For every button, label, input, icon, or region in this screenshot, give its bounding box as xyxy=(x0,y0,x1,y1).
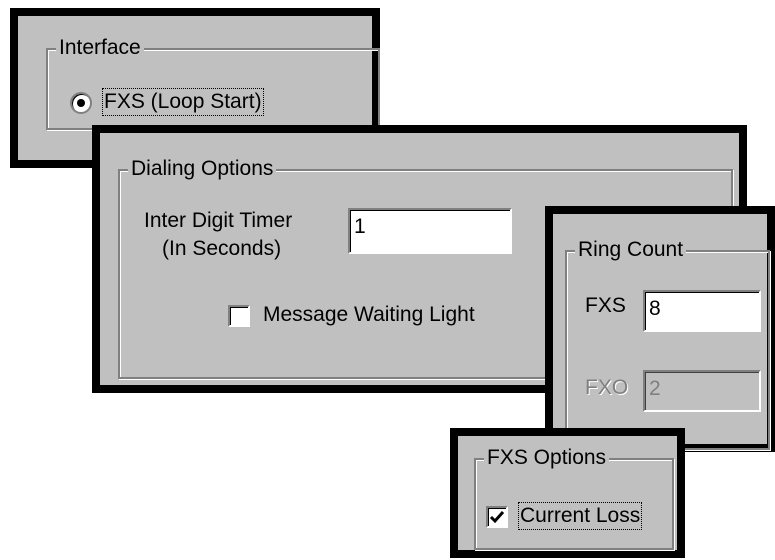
dialing-options-title: Dialing Options xyxy=(128,157,277,181)
fxs-options-group: FXS Options Current Loss xyxy=(474,446,674,550)
ring-count-panel: Ring Count FXS 8 FXO 2 xyxy=(545,206,775,452)
ring-count-title: Ring Count xyxy=(575,238,687,262)
fxs-options-title: FXS Options xyxy=(484,446,610,470)
ring-count-fxs-input[interactable]: 8 xyxy=(643,290,761,332)
fxs-loop-start-label[interactable]: FXS (Loop Start) xyxy=(102,88,264,116)
ring-count-fxo-label: FXO xyxy=(585,376,629,399)
message-waiting-light-checkbox[interactable] xyxy=(228,305,250,327)
message-waiting-light-label[interactable]: Message Waiting Light xyxy=(263,303,475,327)
current-loss-label[interactable]: Current Loss xyxy=(517,502,643,530)
interface-title: Interface xyxy=(56,36,144,60)
current-loss-checkbox[interactable] xyxy=(486,506,508,528)
ring-count-group: Ring Count FXS 8 FXO 2 xyxy=(565,238,770,450)
ring-count-fxo-input: 2 xyxy=(643,370,761,412)
ring-count-fxs-label: FXS xyxy=(585,294,626,317)
radio-selected-dot xyxy=(77,99,85,107)
inter-digit-timer-label: Inter Digit Timer xyxy=(144,209,293,232)
inter-digit-timer-input[interactable]: 1 xyxy=(348,208,512,254)
fxs-loop-start-radio[interactable] xyxy=(70,92,92,114)
checkmark-icon xyxy=(489,511,505,524)
inter-digit-timer-unit-label: (In Seconds) xyxy=(162,237,282,260)
fxs-options-panel: FXS Options Current Loss xyxy=(450,428,685,558)
interface-group: Interface FXS (Loop Start) xyxy=(46,36,380,130)
